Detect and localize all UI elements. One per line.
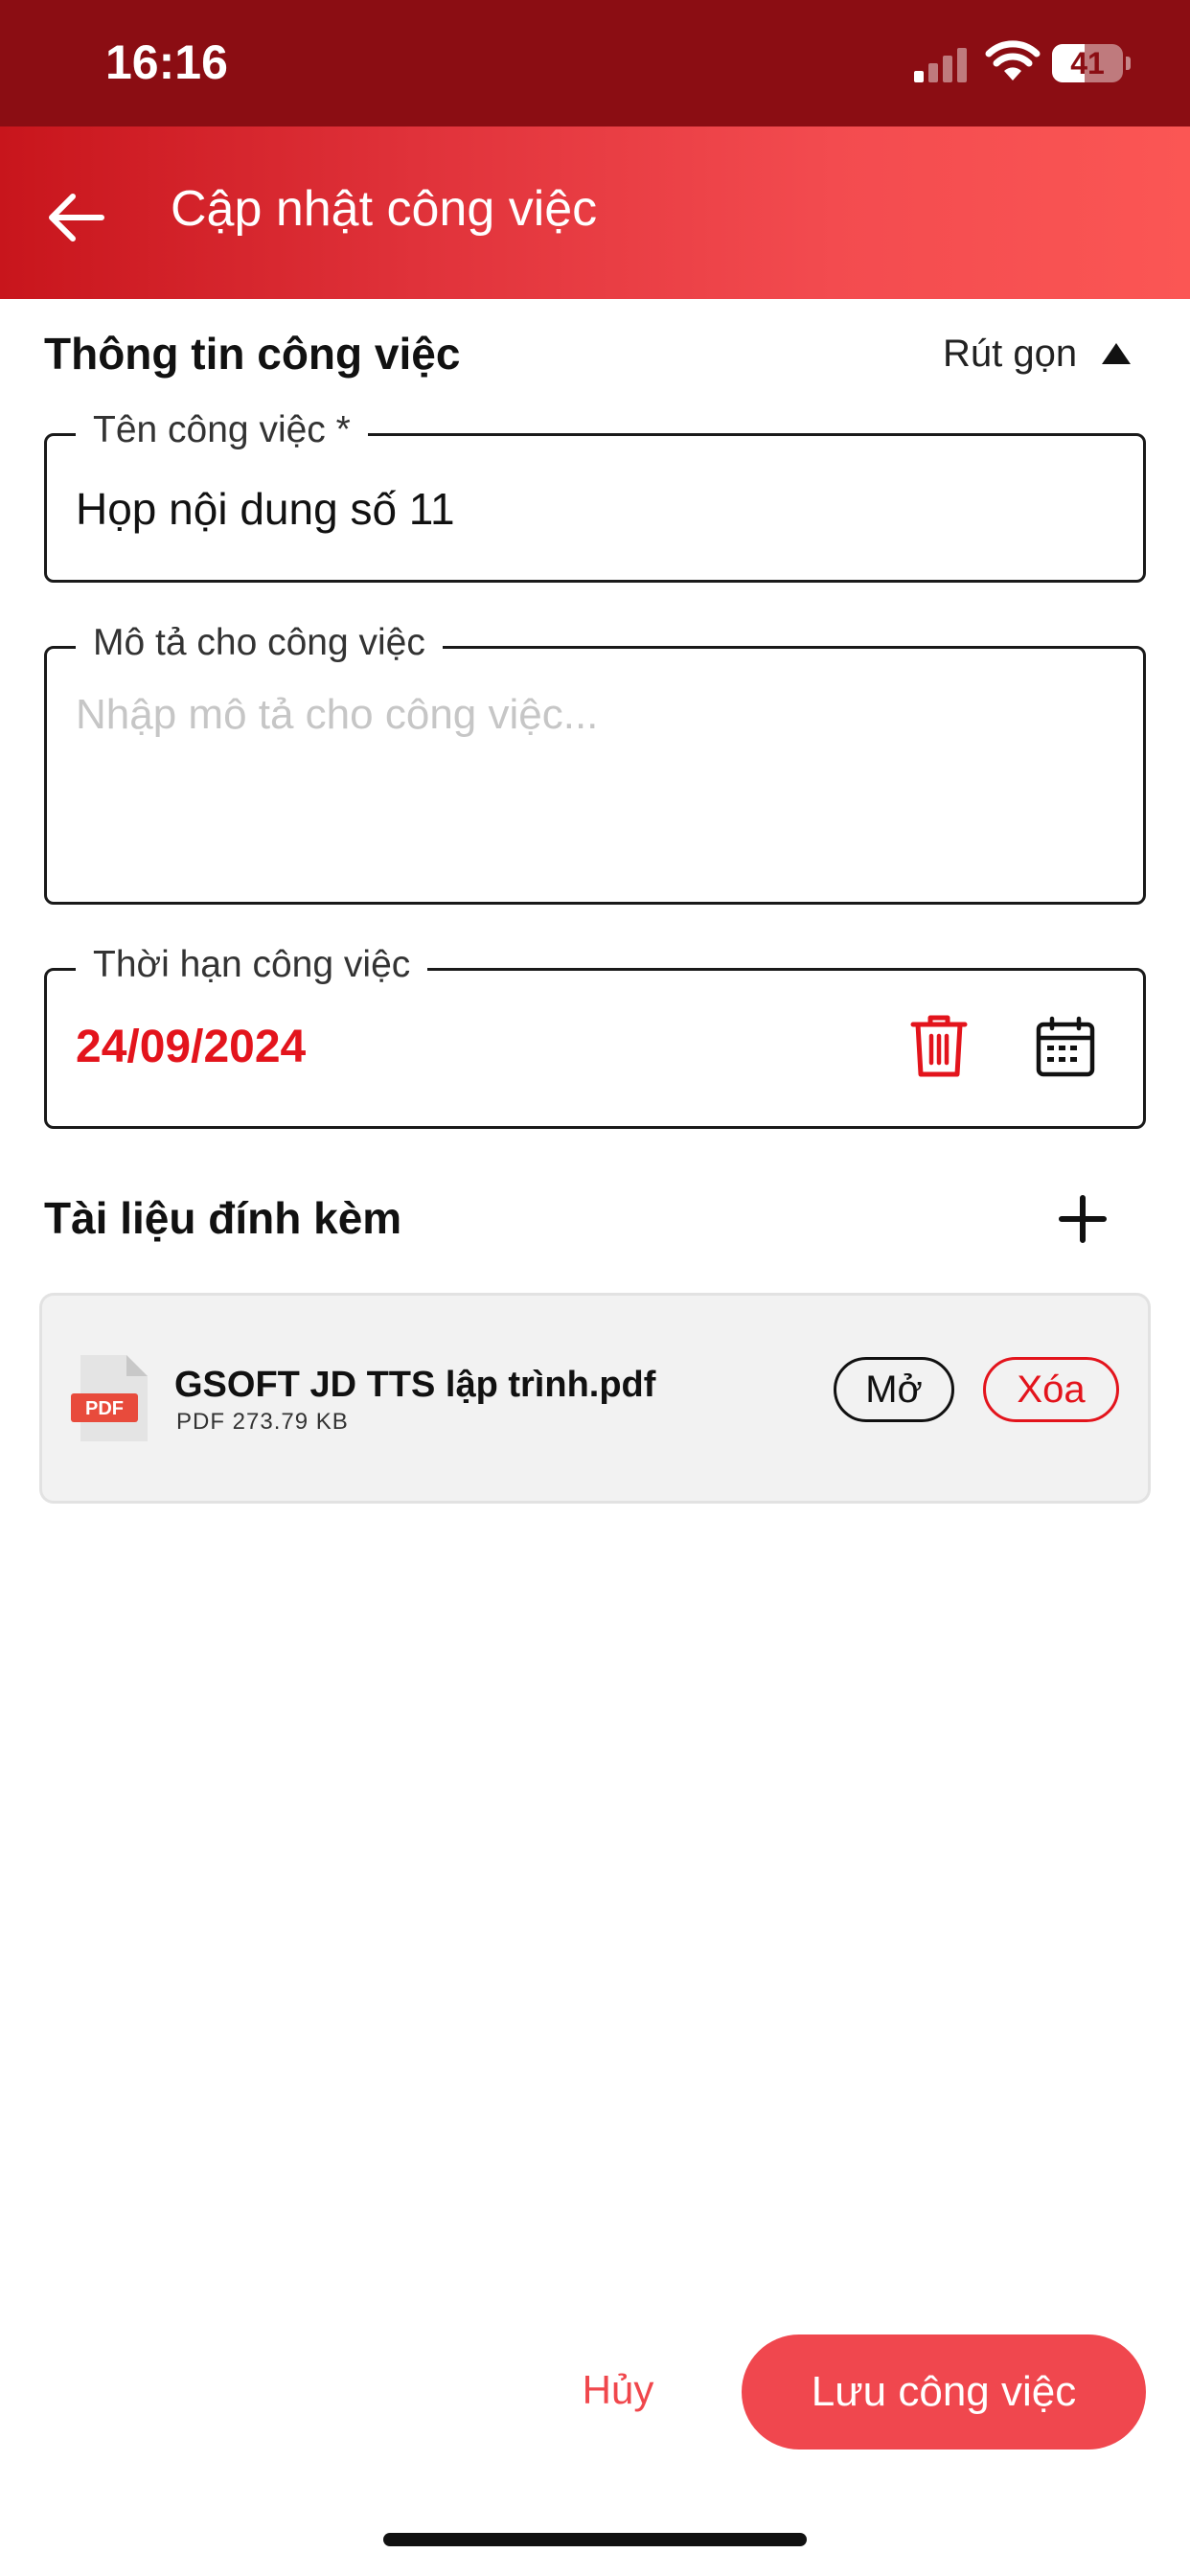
task-description-label: Mô tả cho công việc [76, 616, 443, 670]
task-description-field: Mô tả cho công việc [44, 616, 1146, 905]
trash-icon[interactable] [907, 1013, 971, 1080]
signal-icon [914, 48, 967, 82]
task-deadline-field: Thời hạn công việc 24/09/2024 [44, 938, 1146, 1129]
add-attachment-icon[interactable] [1056, 1192, 1110, 1246]
save-task-button[interactable]: Lưu công việc [742, 2334, 1146, 2450]
pdf-badge-text: PDF [85, 1398, 124, 1419]
task-description-input[interactable] [76, 691, 1110, 873]
battery-level: 41 [1070, 46, 1105, 80]
page-title: Cập nhật công việc [171, 181, 598, 237]
open-attachment-button[interactable]: Mở [834, 1357, 954, 1422]
battery-icon: 41 [1052, 44, 1131, 82]
update-task-screen: 16:16 41 Cập nhật công việc Thông tin cô… [0, 0, 1190, 2576]
arrow-left-icon [49, 194, 104, 242]
task-name-input[interactable] [76, 478, 1110, 540]
task-deadline-label: Thời hạn công việc [76, 938, 428, 992]
home-indicator [383, 2533, 807, 2546]
attachment-file-meta: PDF 273.79 KB [176, 1409, 349, 1435]
cancel-button[interactable]: Hủy [556, 2359, 680, 2421]
section-title: Thông tin công việc [44, 329, 461, 379]
collapse-toggle[interactable]: Rút gọn [943, 330, 1133, 378]
status-time: 16:16 [105, 35, 228, 89]
back-button[interactable] [38, 179, 115, 256]
task-name-label: Tên công việc * [76, 403, 368, 457]
attachments-title: Tài liệu đính kèm [44, 1193, 402, 1243]
pdf-file-icon: PDF [71, 1355, 148, 1441]
app-header: Cập nhật công việc [0, 126, 1190, 299]
collapse-label: Rút gọn [943, 332, 1078, 375]
status-bar: 16:16 41 [0, 0, 1190, 126]
deadline-value[interactable]: 24/09/2024 [76, 1021, 306, 1073]
triangle-up-icon [1102, 343, 1132, 364]
delete-attachment-button[interactable]: Xóa [983, 1357, 1119, 1422]
wifi-icon [985, 40, 1041, 80]
attachment-file-name: GSOFT JD TTS lập trình.pdf [174, 1365, 656, 1405]
task-name-field: Tên công việc * [44, 403, 1146, 583]
attachment-item: PDF GSOFT JD TTS lập trình.pdf PDF 273.7… [42, 1296, 1148, 1501]
calendar-icon[interactable] [1034, 1015, 1097, 1078]
